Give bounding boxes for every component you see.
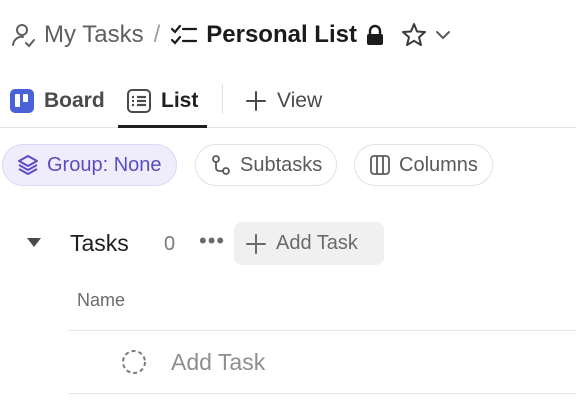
columns-label: Columns — [399, 153, 478, 176]
page-title: Personal List — [206, 21, 357, 48]
columns-icon — [369, 154, 391, 176]
add-task-row-label: Add Task — [171, 349, 266, 375]
column-header-name[interactable]: Name — [77, 290, 125, 311]
breadcrumb-separator: / — [153, 21, 161, 48]
chevron-down-icon[interactable] — [435, 29, 451, 41]
table-divider — [68, 393, 576, 394]
breadcrumb: My Tasks / Personal List — [10, 18, 451, 52]
tab-divider — [222, 84, 223, 114]
task-group-count: 0 — [164, 233, 176, 255]
add-view-button[interactable]: View — [245, 74, 322, 128]
subtasks-icon — [210, 154, 232, 176]
person-icon — [10, 22, 36, 48]
more-options-icon[interactable]: ••• — [199, 228, 225, 254]
add-task-button[interactable]: Add Task — [234, 222, 384, 265]
subtasks-button[interactable]: Subtasks — [195, 144, 338, 186]
list-icon — [127, 89, 151, 113]
plus-icon — [245, 90, 267, 112]
lock-icon — [365, 24, 385, 46]
add-task-button-label: Add Task — [276, 232, 358, 254]
task-group-header: Tasks 0 ••• Add Task — [0, 220, 576, 266]
checklist-icon — [170, 23, 198, 47]
add-task-row[interactable]: Add Task — [68, 331, 576, 393]
subtasks-label: Subtasks — [240, 153, 323, 176]
tab-list-label: List — [161, 89, 199, 112]
breadcrumb-space-label: My Tasks — [44, 21, 144, 48]
plus-icon — [246, 233, 266, 254]
add-view-label: View — [277, 89, 323, 112]
caret-down-icon[interactable] — [26, 236, 42, 248]
tab-list[interactable]: List — [127, 74, 198, 128]
group-by-button[interactable]: Group: None — [2, 144, 177, 186]
star-icon[interactable] — [401, 22, 427, 48]
columns-button[interactable]: Columns — [354, 144, 493, 186]
tab-board[interactable]: Board — [10, 74, 105, 128]
group-by-label: Group: None — [47, 153, 162, 176]
breadcrumb-my-tasks[interactable]: My Tasks — [10, 21, 144, 49]
layers-icon — [17, 154, 39, 176]
active-tab-indicator — [118, 125, 207, 128]
view-tabs: Board List View — [0, 74, 576, 128]
task-group-title: Tasks — [70, 230, 129, 256]
tab-board-label: Board — [44, 89, 105, 112]
status-circle-icon — [121, 349, 147, 375]
app-page: My Tasks / Personal List Board List View… — [0, 0, 576, 418]
breadcrumb-personal-list[interactable]: Personal List — [170, 21, 385, 49]
board-icon — [10, 89, 34, 113]
